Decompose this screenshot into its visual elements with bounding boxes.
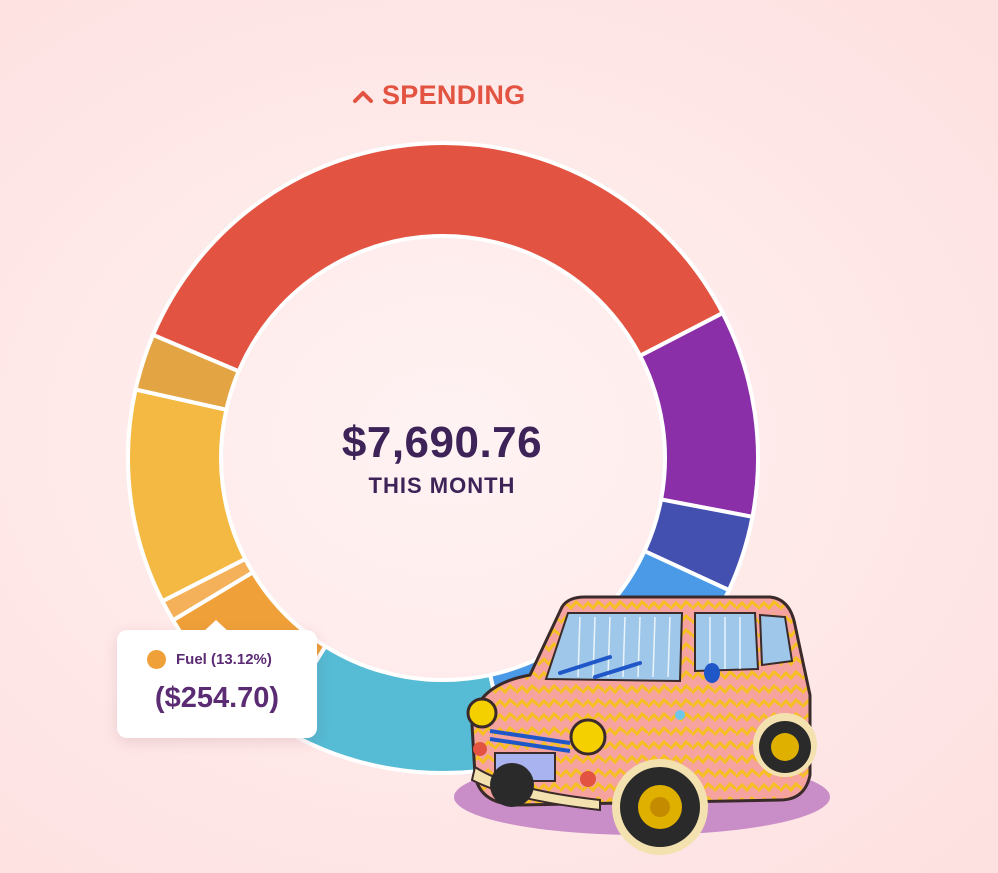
tooltip-amount: ($254.70) [154,682,280,714]
donut-slice-7[interactable] [126,387,248,604]
total-period: THIS MONTH [368,473,516,498]
tooltip-label: Fuel (13.12%) [176,651,272,668]
donut-slice-0[interactable] [150,141,726,374]
tooltip-legend: Fuel (13.12%) [147,650,272,669]
total-amount: $7,690.76 [341,418,543,467]
car-illustration [454,595,830,855]
fuel-tooltip: Fuel (13.12%) ($254.70) [117,620,317,738]
fuel-color-dot [147,650,166,669]
tooltip-arrow [203,620,229,632]
